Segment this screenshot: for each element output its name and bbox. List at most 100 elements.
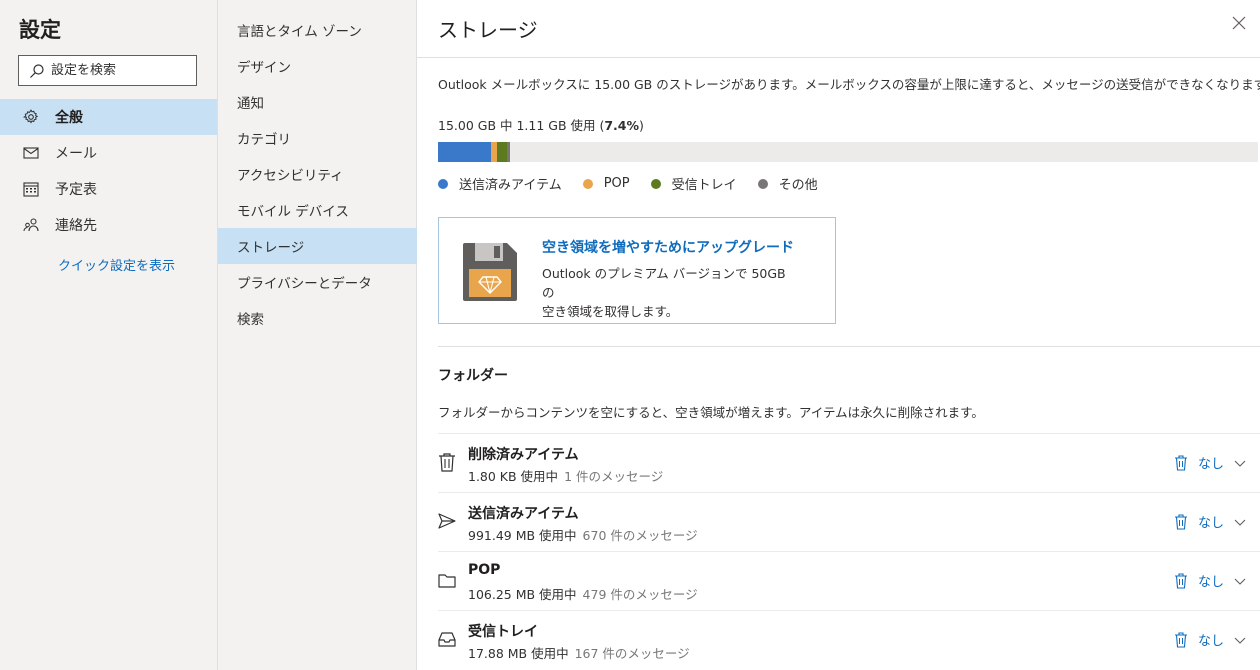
settings-subnav-pane: 言語とタイム ゾーン デザイン 通知 カテゴリ アクセシビリティ モバイル デバ… — [218, 0, 417, 670]
usage-bar-segment — [438, 142, 491, 162]
chevron-down-icon — [1234, 578, 1246, 585]
upgrade-line: 空き領域を取得します。 — [542, 304, 679, 319]
usage-percent: 7.4% — [604, 118, 640, 133]
legend-label: 受信トレイ — [671, 178, 737, 193]
subnav-item-privacy[interactable]: プライバシーとデータ — [218, 264, 417, 300]
folder-size: 1.80 KB 使用中 — [468, 469, 559, 484]
nav-item-label: 予定表 — [55, 182, 97, 198]
delete-icon — [1174, 631, 1187, 648]
usage-close: ) — [639, 118, 644, 133]
storage-usage-bar — [438, 142, 1258, 162]
nav-item-label: メール — [55, 146, 97, 162]
subnav-item-categories[interactable]: カテゴリ — [218, 120, 417, 156]
empty-option-label: なし — [1197, 575, 1224, 590]
divider — [438, 346, 1260, 347]
nav-item-mail[interactable]: メール — [0, 135, 217, 171]
subnav-item-design[interactable]: デザイン — [218, 48, 417, 84]
close-button[interactable] — [1232, 16, 1252, 36]
folder-name: 送信済みアイテム — [468, 506, 579, 522]
usage-text: 15.00 GB 中 1.11 GB 使用 ( — [438, 118, 605, 133]
legend-dot — [757, 178, 768, 189]
delete-icon — [1174, 454, 1187, 471]
empty-folder-dropdown[interactable]: なし — [1174, 630, 1246, 649]
delete-icon — [1174, 572, 1187, 589]
page-title: ストレージ — [438, 18, 538, 42]
settings-nav-pane: 設定 全般 メール 予定表 連絡先 クイック設定を表示 — [0, 0, 218, 670]
legend-dot — [582, 178, 593, 189]
subnav-item-language[interactable]: 言語とタイム ゾーン — [218, 12, 417, 48]
legend-label: 送信済みアイテム — [459, 178, 562, 193]
upgrade-description: Outlook のプレミアム バージョンで 50GB の 空き領域を取得します。 — [542, 264, 802, 321]
nav-item-calendar[interactable]: 予定表 — [0, 171, 217, 207]
empty-option-label: なし — [1197, 634, 1224, 649]
settings-search-box[interactable] — [18, 55, 197, 86]
legend-dot — [438, 178, 448, 189]
folder-size: 991.49 MB 使用中 — [468, 528, 577, 543]
settings-search-input[interactable] — [51, 63, 191, 78]
settings-title: 設定 — [19, 18, 61, 42]
usage-bar-segment — [497, 142, 507, 162]
legend-label: POP — [603, 176, 630, 191]
storage-legend: 送信済みアイテム POP 受信トレイ その他 — [438, 174, 839, 193]
quick-settings-link[interactable]: クイック設定を表示 — [58, 255, 175, 274]
folder-meta: 106.25 MB 使用中 479 件のメッセージ — [468, 584, 698, 603]
nav-item-label: 連絡先 — [55, 218, 97, 234]
legend-item: 受信トレイ — [650, 174, 737, 193]
folder-count: 1 件のメッセージ — [564, 469, 664, 484]
usage-bar-segment — [507, 142, 510, 162]
mail-icon — [23, 147, 39, 159]
trash-icon — [439, 453, 455, 472]
chevron-down-icon — [1234, 637, 1246, 644]
folder-row-sent: 送信済みアイテム 991.49 MB 使用中 670 件のメッセージ なし — [438, 492, 1260, 551]
calendar-icon — [23, 182, 39, 197]
folder-row-deleted: 削除済みアイテム 1.80 KB 使用中 1 件のメッセージ なし — [438, 433, 1260, 492]
legend-dot — [650, 178, 661, 189]
folder-size: 106.25 MB 使用中 — [468, 587, 577, 602]
chevron-down-icon — [1234, 460, 1246, 467]
empty-option-label: なし — [1197, 457, 1224, 472]
upgrade-title[interactable]: 空き領域を増やすためにアップグレード — [542, 237, 794, 257]
folder-meta: 991.49 MB 使用中 670 件のメッセージ — [468, 525, 698, 544]
legend-item: POP — [582, 174, 630, 193]
close-icon — [1232, 16, 1246, 30]
subnav-item-notifications[interactable]: 通知 — [218, 84, 417, 120]
subnav-item-search[interactable]: 検索 — [218, 300, 417, 336]
people-icon — [23, 218, 39, 232]
gear-icon — [23, 109, 39, 124]
legend-item: 送信済みアイテム — [438, 174, 562, 193]
premium-storage-icon — [463, 243, 517, 301]
folder-count: 167 件のメッセージ — [574, 646, 690, 661]
folders-heading: フォルダー — [438, 368, 508, 384]
folder-row-inbox: 受信トレイ 17.88 MB 使用中 167 件のメッセージ なし — [438, 610, 1260, 669]
divider — [417, 57, 1260, 58]
empty-folder-dropdown[interactable]: なし — [1174, 571, 1246, 590]
folder-icon — [438, 574, 456, 588]
empty-folder-dropdown[interactable]: なし — [1174, 512, 1246, 531]
folder-meta: 17.88 MB 使用中 167 件のメッセージ — [468, 643, 690, 662]
storage-usage: 15.00 GB 中 1.11 GB 使用 (7.4%) — [438, 115, 644, 134]
inbox-icon — [438, 632, 456, 647]
empty-folder-dropdown[interactable]: なし — [1174, 453, 1246, 472]
chevron-down-icon — [1234, 519, 1246, 526]
legend-label: その他 — [778, 178, 818, 193]
send-icon — [438, 513, 456, 529]
legend-item: その他 — [757, 174, 818, 193]
folder-name: 削除済みアイテム — [468, 447, 579, 463]
storage-panel: ストレージ Outlook メールボックスに 15.00 GB のストレージがあ… — [417, 0, 1260, 670]
nav-item-general[interactable]: 全般 — [0, 99, 217, 135]
folders-description: フォルダーからコンテンツを空にすると、空き領域が増えます。アイテムは永久に削除さ… — [438, 405, 984, 420]
subnav-item-storage[interactable]: ストレージ — [218, 228, 417, 264]
subnav-item-accessibility[interactable]: アクセシビリティ — [218, 156, 417, 192]
folder-row-pop: POP 106.25 MB 使用中 479 件のメッセージ なし — [438, 551, 1260, 610]
upgrade-card[interactable]: 空き領域を増やすためにアップグレード Outlook のプレミアム バージョンで… — [438, 217, 836, 324]
folder-name: POP — [468, 562, 501, 578]
delete-icon — [1174, 513, 1187, 530]
subnav-item-mobile-devices[interactable]: モバイル デバイス — [218, 192, 417, 228]
storage-description: Outlook メールボックスに 15.00 GB のストレージがあります。メー… — [438, 77, 1260, 92]
nav-item-contacts[interactable]: 連絡先 — [0, 207, 217, 243]
folder-meta: 1.80 KB 使用中 1 件のメッセージ — [468, 466, 663, 485]
upgrade-line: Outlook のプレミアム バージョンで 50GB の — [542, 266, 786, 300]
folder-count: 670 件のメッセージ — [582, 528, 698, 543]
folder-name: 受信トレイ — [468, 624, 538, 640]
folder-count: 479 件のメッセージ — [582, 587, 698, 602]
